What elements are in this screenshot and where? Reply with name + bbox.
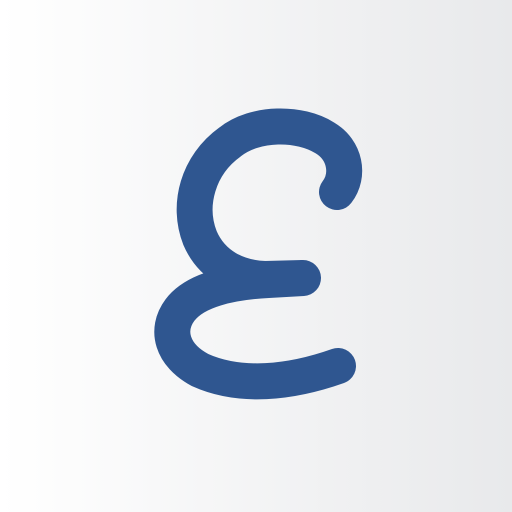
logo-e-mark [154, 108, 363, 400]
app-icon [0, 0, 512, 512]
logo-e-stroke [154, 108, 363, 400]
